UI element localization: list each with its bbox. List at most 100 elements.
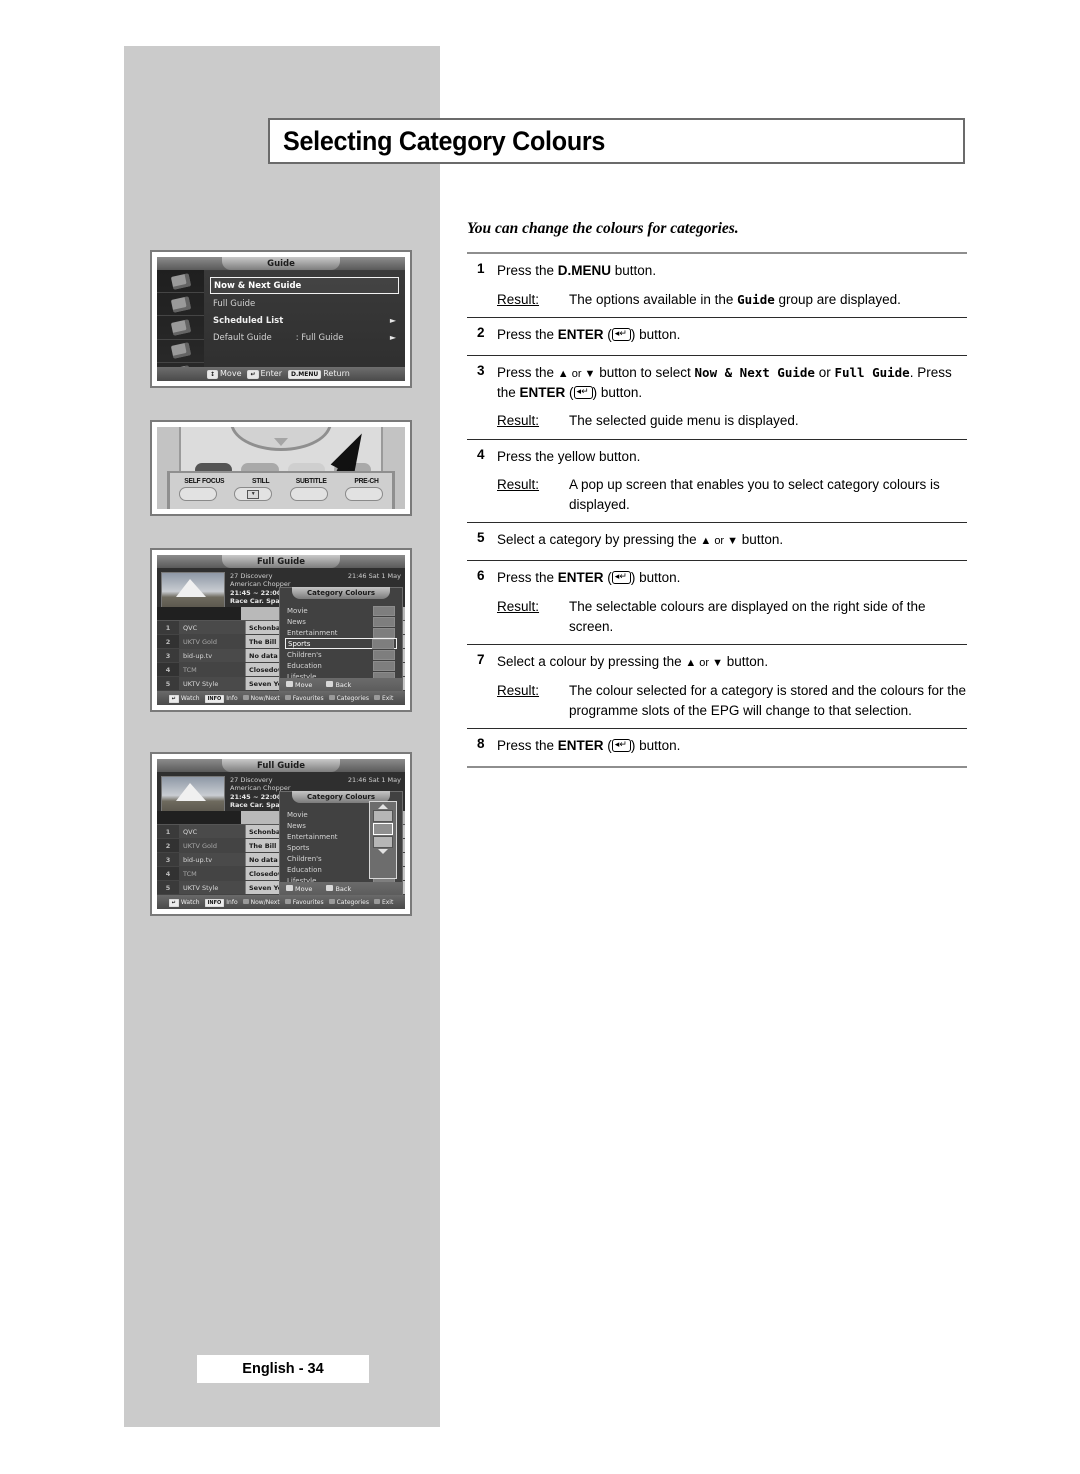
result-pre: The options available in the	[569, 291, 738, 307]
menu-arrow-icon: ►	[389, 316, 396, 325]
row-channel: QVC	[179, 825, 245, 838]
colour-option[interactable]	[373, 810, 393, 822]
colour-swatch[interactable]	[372, 638, 394, 649]
updown-key-icon: ↕	[207, 370, 219, 379]
figure-inner: Full Guide 27 Discovery 21:46 Sat 1 May …	[157, 759, 405, 909]
guide-icon-slot-3[interactable]	[157, 316, 204, 340]
category-label: Education	[287, 661, 322, 670]
category-colours-title: Category Colours	[292, 587, 390, 599]
step-text-pre: Select a colour by pressing the	[497, 654, 686, 670]
category-label: Movie	[287, 810, 308, 819]
step-1: 1 Press the D.MENU button. Result: The o…	[467, 254, 967, 317]
category-item-sports[interactable]: Sports	[285, 638, 397, 649]
back-key-icon	[326, 681, 334, 687]
step-number: 2	[477, 325, 485, 341]
page-number: English - 34	[242, 1361, 324, 1377]
row-number: 4	[157, 663, 179, 676]
step-mono-b: Full Guide	[834, 364, 910, 380]
remote-label-self-focus: SELF FOCUS	[184, 476, 225, 485]
remote-label-subtitle: SUBTITLE	[296, 476, 327, 485]
colour-option[interactable]	[373, 836, 393, 848]
bottom-exit: Exit	[373, 694, 394, 702]
category-item-entertainment[interactable]: Entertainment	[285, 627, 397, 638]
legend-label: Back	[335, 885, 352, 893]
scroll-down-arrow-icon[interactable]	[378, 849, 388, 854]
bottom-now-next: Now/Next	[242, 898, 280, 906]
step-content: Press the ENTER (◂↵) button. Result: The…	[497, 568, 967, 636]
remote-control: SELF FOCUS STILL SUBTITLE PRE-CH ▼	[157, 427, 405, 509]
osd-full-guide-screen: Full Guide 27 Discovery 21:46 Sat 1 May …	[157, 759, 405, 909]
row-channel: UKTV Gold	[179, 635, 245, 648]
step-text-bold: ENTER	[519, 384, 566, 400]
step-text-post: button.	[723, 654, 769, 670]
result-label: Result:	[497, 291, 540, 307]
category-item-childrens[interactable]: Children's	[285, 649, 397, 660]
result-text: A pop up screen that enables you to sele…	[569, 477, 940, 512]
colour-picker[interactable]	[369, 801, 397, 879]
bottom-label: Exit	[381, 694, 394, 702]
page-title-box: Selecting Category Colours	[268, 118, 965, 164]
category-item-movie[interactable]: Movie	[285, 605, 397, 616]
red-key-icon	[242, 898, 249, 904]
guide-menu-item-now-next[interactable]: Now & Next Guide	[210, 277, 399, 294]
step-number: 5	[477, 530, 485, 546]
channel-icon	[170, 296, 191, 313]
step-content: Press the D.MENU button. Result: The opt…	[497, 261, 967, 309]
category-item-news[interactable]: News	[285, 616, 397, 627]
result-label: Result:	[497, 598, 540, 614]
guide-icon-slot-2[interactable]	[157, 293, 204, 317]
bottom-categories: Categories	[328, 694, 369, 702]
step-content: Press the ENTER (◂↵) button.	[497, 738, 681, 754]
bottom-label: Watch	[180, 694, 200, 702]
guide-icon-slot-4[interactable]	[157, 340, 204, 363]
legend-move: Move	[286, 681, 312, 689]
step-content: Select a colour by pressing the ▲ or ▼ b…	[497, 652, 967, 720]
menu-label: Default Guide	[213, 332, 272, 343]
step-number: 3	[477, 362, 485, 378]
step-result: Result: The colour selected for a catego…	[497, 681, 967, 720]
remote-button-self-focus[interactable]	[178, 487, 217, 501]
osd-guide-screen: Guide Now & Next Guide Full Guide Schedu…	[157, 257, 405, 381]
step-number: 7	[477, 652, 485, 668]
enter-key-icon: ↵	[168, 898, 179, 907]
guide-icon-slot-1[interactable]	[157, 270, 204, 294]
guide-menu-item-scheduled-list[interactable]: Scheduled List ►	[210, 313, 399, 328]
remote-button-still[interactable]: ▼	[234, 487, 273, 501]
remote-button-subtitle[interactable]	[289, 487, 328, 501]
blue-key-icon	[373, 898, 380, 904]
menu-label: Full Guide	[213, 298, 256, 309]
clock: 21:46 Sat 1 May	[347, 776, 401, 784]
step-text-pre: Press the	[497, 738, 558, 754]
channel-name: 27 Discovery	[230, 572, 273, 580]
scroll-up-arrow-icon[interactable]	[378, 804, 388, 809]
guide-menu-item-default-guide[interactable]: Default Guide : Full Guide ►	[210, 330, 399, 345]
colour-swatch[interactable]	[373, 627, 395, 638]
step-text-bold: ENTER	[557, 327, 604, 343]
green-key-icon	[284, 694, 291, 700]
updown-arrow-icon: ▲ or ▼	[685, 657, 724, 670]
row-number: 2	[157, 839, 179, 852]
colour-swatch[interactable]	[373, 605, 395, 616]
colour-option-selected[interactable]	[373, 823, 393, 835]
step-text-pre: Select a category by pressing the	[497, 532, 701, 548]
guide-menu-item-full-guide[interactable]: Full Guide	[210, 296, 399, 311]
category-item-education[interactable]: Education	[285, 660, 397, 671]
step-text-mid: button to select	[595, 364, 695, 380]
navigation-dial[interactable]	[230, 427, 332, 451]
bottom-info: INFO Info	[204, 898, 238, 907]
step-6: 6 Press the ENTER (◂↵) button. Result: T…	[467, 561, 967, 644]
step-text-pre: Press the	[497, 570, 558, 586]
step-text-post: button.	[635, 738, 681, 754]
result-text: The colour selected for a category is st…	[569, 683, 966, 718]
colour-swatch[interactable]	[373, 660, 395, 671]
step-number: 6	[477, 568, 485, 584]
spacer	[179, 607, 241, 620]
step-text-bold: ENTER	[557, 570, 604, 586]
result-label: Result:	[497, 413, 540, 429]
figure-guide-menu: Guide Now & Next Guide Full Guide Schedu…	[150, 250, 412, 388]
page-title: Selecting Category Colours	[283, 125, 606, 156]
remote-button-pre-ch[interactable]	[345, 487, 384, 501]
colour-swatch[interactable]	[373, 616, 395, 627]
colour-swatch[interactable]	[373, 649, 395, 660]
row-number: 4	[157, 867, 179, 880]
